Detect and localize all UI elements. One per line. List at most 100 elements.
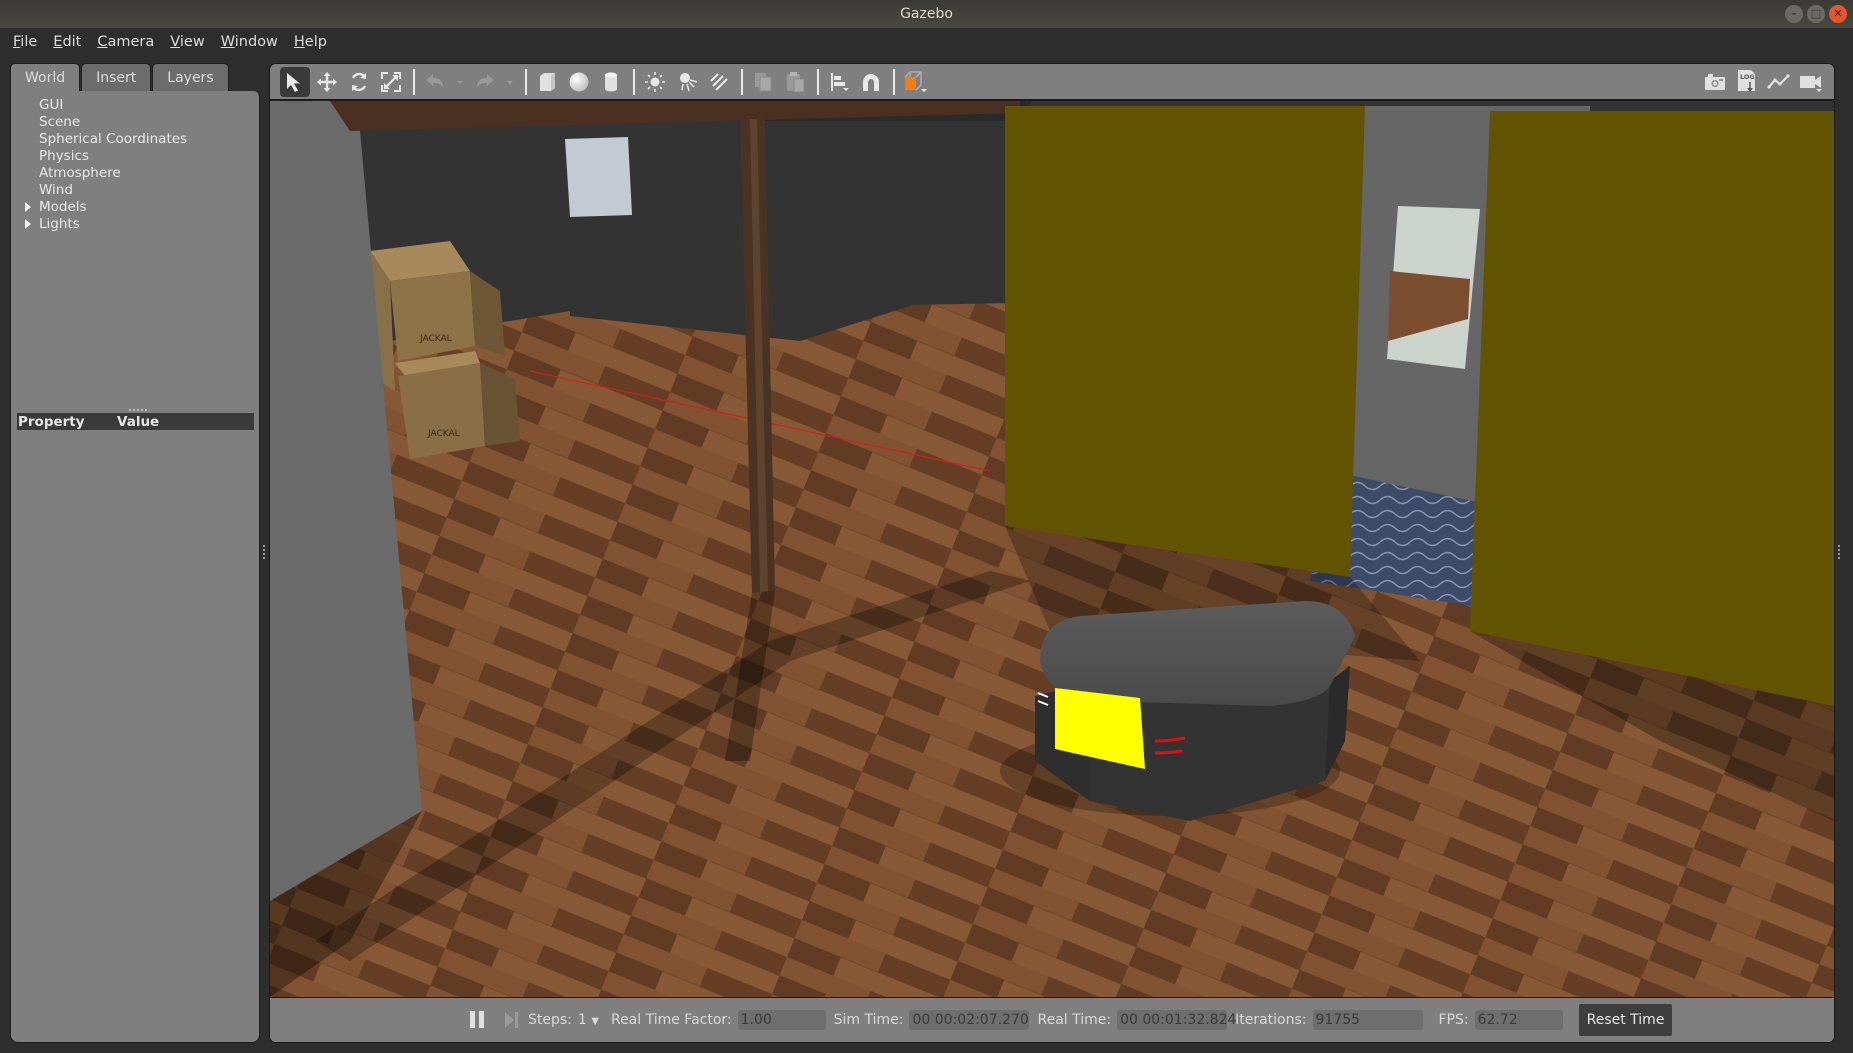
- right-splitter-grip-icon[interactable]: [1838, 545, 1841, 559]
- snap-button[interactable]: [856, 67, 886, 97]
- 3d-viewport[interactable]: JACKAL JACKAL: [270, 101, 1834, 997]
- log-download-icon: LOG: [1738, 70, 1755, 92]
- log-text: LOG: [1740, 73, 1755, 81]
- paste-button[interactable]: [780, 67, 810, 97]
- box-shape-icon: [540, 72, 555, 91]
- sim-time-field: 00 00:02:07.270: [909, 1010, 1030, 1030]
- window-title: Gazebo: [900, 6, 953, 22]
- minimize-button[interactable]: –: [1785, 5, 1803, 23]
- toolbar-separator: [893, 68, 895, 95]
- plot-button[interactable]: [1764, 67, 1794, 97]
- pause-icon: [470, 1011, 475, 1028]
- insert-spot-light-button[interactable]: [672, 67, 702, 97]
- iterations-label: Iterations:: [1235, 1012, 1307, 1028]
- tab-insert[interactable]: Insert: [81, 63, 152, 91]
- maximize-button[interactable]: □: [1807, 5, 1825, 23]
- snap-magnet-icon: [863, 73, 879, 91]
- menu-edit[interactable]: Edit: [46, 34, 88, 50]
- left-splitter[interactable]: [261, 91, 269, 1043]
- select-arrow-icon: [287, 72, 300, 92]
- pause-button[interactable]: [470, 1011, 492, 1029]
- real-time-label: Real Time:: [1037, 1012, 1112, 1028]
- fps-label: FPS:: [1438, 1012, 1469, 1028]
- insert-point-light-button[interactable]: [640, 67, 670, 97]
- sphere-shape-icon: [569, 72, 589, 91]
- expand-arrow-icon[interactable]: [25, 202, 31, 212]
- toolbar-separator: [741, 68, 743, 95]
- tab-layers[interactable]: Layers: [152, 63, 229, 91]
- log-button[interactable]: LOG: [1732, 67, 1762, 97]
- toolbar-separator: [817, 68, 819, 95]
- copy-icon: [755, 72, 772, 91]
- steps-label: Steps:: [528, 1012, 572, 1028]
- rtf-field: 1.00: [737, 1010, 826, 1030]
- expand-arrow-icon[interactable]: [25, 219, 31, 229]
- view-angle-icon: [904, 70, 927, 92]
- panel-splitter-handle[interactable]: [129, 409, 147, 412]
- toolbar-right-group: LOG: [1700, 67, 1828, 97]
- select-mode-button[interactable]: [280, 66, 310, 97]
- value-column-header: Value: [117, 413, 160, 430]
- tree-item-physics[interactable]: Physics: [11, 148, 259, 165]
- property-table-header: Property Value: [17, 413, 254, 430]
- tree-item-models[interactable]: Models: [11, 199, 259, 216]
- translate-mode-button[interactable]: [312, 67, 342, 97]
- steps-spinner[interactable]: 1 ▼: [578, 1012, 599, 1028]
- tree-item-atmosphere[interactable]: Atmosphere: [11, 165, 259, 182]
- align-button[interactable]: [824, 67, 854, 97]
- undo-icon: [426, 73, 443, 88]
- toolbar-separator: [525, 68, 527, 95]
- tree-item-gui[interactable]: GUI: [11, 97, 259, 114]
- close-button[interactable]: ✕: [1829, 5, 1847, 23]
- undo-button[interactable]: [420, 67, 450, 97]
- tree-item-label: GUI: [39, 97, 64, 113]
- menu-camera[interactable]: Camera: [90, 34, 161, 50]
- align-icon: [831, 72, 849, 91]
- menu-help[interactable]: Help: [287, 34, 334, 50]
- insert-sphere-button[interactable]: [564, 67, 594, 97]
- step-button[interactable]: [504, 1011, 520, 1029]
- undo-history-dropdown[interactable]: [452, 67, 468, 97]
- redo-history-dropdown[interactable]: [502, 67, 518, 97]
- tree-item-label: Models: [39, 199, 87, 215]
- window-controls: – □ ✕: [1785, 5, 1847, 23]
- scene-render[interactable]: JACKAL JACKAL: [270, 101, 1834, 997]
- screenshot-button[interactable]: [1700, 67, 1730, 97]
- translate-icon: [317, 71, 337, 92]
- tree-item-wind[interactable]: Wind: [11, 182, 259, 199]
- rotate-mode-button[interactable]: [344, 67, 374, 97]
- dropdown-arrow-icon: [457, 80, 463, 84]
- insert-directional-light-button[interactable]: [704, 67, 734, 97]
- render-toolbar: LOG: [270, 64, 1834, 101]
- paste-icon: [787, 71, 805, 92]
- menu-window[interactable]: Window: [214, 34, 285, 50]
- tree-item-label: Physics: [39, 148, 89, 164]
- fps-field: 62.72: [1474, 1010, 1563, 1030]
- reset-time-button[interactable]: Reset Time: [1578, 1004, 1673, 1036]
- screenshot-camera-icon: [1705, 74, 1725, 90]
- tree-item-lights[interactable]: Lights: [11, 216, 259, 233]
- copy-button[interactable]: [748, 67, 778, 97]
- scale-mode-button[interactable]: [376, 67, 406, 97]
- iterations-field: 91755: [1312, 1010, 1423, 1030]
- video-record-icon: [1800, 76, 1822, 92]
- redo-icon: [477, 73, 494, 88]
- property-column-header: Property: [18, 413, 85, 430]
- redo-button[interactable]: [470, 67, 500, 97]
- partition-wall-right: [1470, 111, 1834, 706]
- simulation-statusbar: Steps: 1 ▼ Real Time Factor: 1.00 Sim Ti…: [270, 997, 1834, 1042]
- world-panel: GUI Scene Spherical Coordinates Physics …: [10, 91, 260, 1043]
- insert-cylinder-button[interactable]: [596, 67, 626, 97]
- video-record-button[interactable]: [1796, 67, 1826, 97]
- tree-item-spherical-coordinates[interactable]: Spherical Coordinates: [11, 131, 259, 148]
- tab-world[interactable]: World: [10, 63, 81, 92]
- insert-box-button[interactable]: [532, 67, 562, 97]
- mobile-robot[interactable]: [1000, 601, 1355, 821]
- chevron-down-icon: ▼: [591, 1016, 599, 1027]
- menu-file[interactable]: File: [6, 34, 44, 50]
- menu-view[interactable]: View: [163, 34, 211, 50]
- view-angle-button[interactable]: [900, 67, 930, 97]
- splitter-grip-icon[interactable]: [263, 545, 266, 559]
- tree-item-scene[interactable]: Scene: [11, 114, 259, 131]
- box-label: JACKAL: [419, 334, 452, 344]
